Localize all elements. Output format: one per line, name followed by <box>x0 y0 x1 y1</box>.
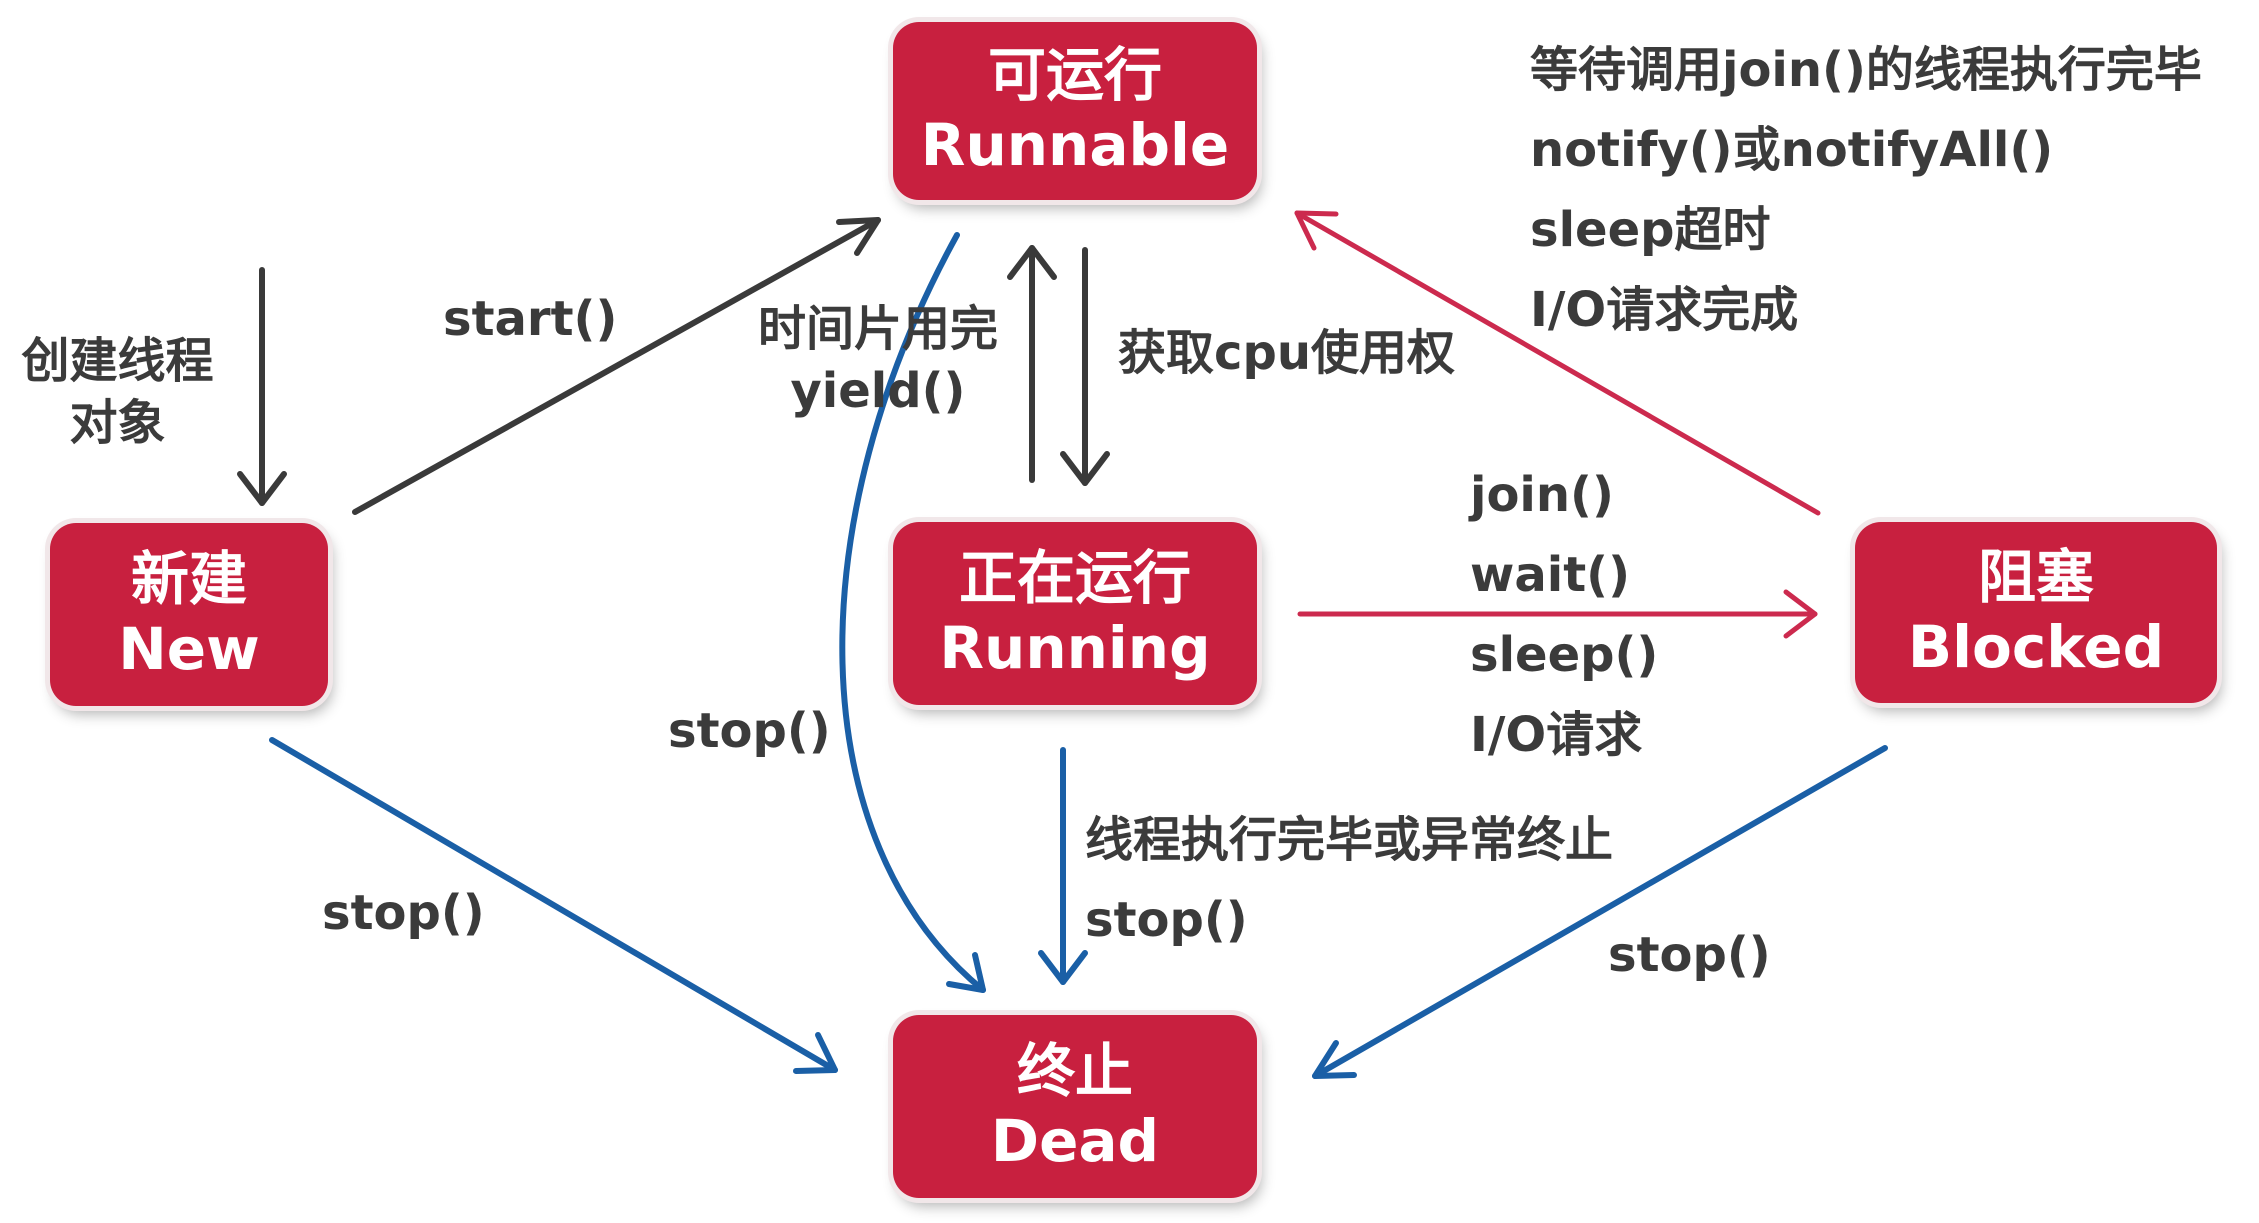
node-runnable-cn: 可运行 <box>987 41 1162 110</box>
node-dead: 终止 Dead <box>893 1015 1257 1198</box>
node-running-cn: 正在运行 <box>958 543 1191 612</box>
label-block-conditions: join() wait() sleep() I/O请求 <box>1470 467 1659 763</box>
node-blocked: 阻塞 Blocked <box>1855 522 2217 703</box>
label-blocked-stop: stop() <box>1608 927 1771 983</box>
label-unblock-conditions: 等待调用join()的线程执行完毕 notify()或notifyAll() s… <box>1530 42 2202 338</box>
label-time-slice: 时间片用完 yield() <box>757 301 998 420</box>
label-runnable-stop: stop() <box>668 703 831 759</box>
thread-state-diagram: 可运行 Runnable 新建 New 正在运行 Running 阻塞 Bloc… <box>0 0 2259 1223</box>
node-runnable: 可运行 Runnable <box>893 22 1257 200</box>
label-create-object: 创建线程 对象 <box>21 333 214 452</box>
node-new: 新建 New <box>50 523 328 706</box>
node-dead-cn: 终止 <box>1016 1036 1133 1105</box>
label-finish: 线程执行完毕或异常终止 stop() <box>1085 812 1614 948</box>
node-dead-en: Dead <box>990 1106 1160 1175</box>
node-running-en: Running <box>939 613 1211 682</box>
node-blocked-en: Blocked <box>1907 612 2165 681</box>
label-get-cpu: 获取cpu使用权 <box>1118 325 1455 381</box>
node-new-en: New <box>118 614 260 683</box>
node-blocked-cn: 阻塞 <box>1977 542 2094 611</box>
node-new-cn: 新建 <box>130 544 247 613</box>
node-running: 正在运行 Running <box>893 522 1257 705</box>
node-runnable-en: Runnable <box>920 111 1230 179</box>
label-new-stop: stop() <box>322 885 485 941</box>
label-start: start() <box>443 291 618 347</box>
